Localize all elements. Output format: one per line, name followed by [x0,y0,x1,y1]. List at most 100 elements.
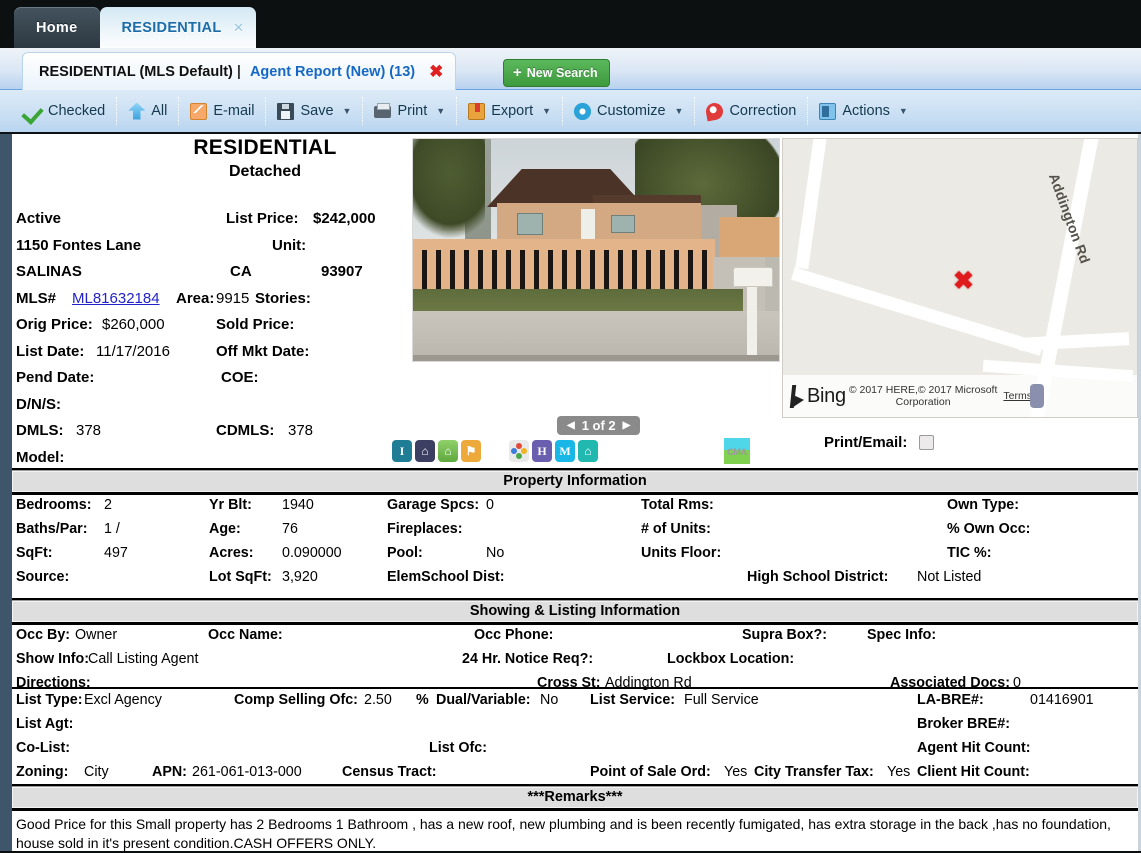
map-terms-link[interactable]: Terms [1003,390,1032,402]
house-navy-icon[interactable]: ⌂ [415,440,435,462]
browser-tab-home[interactable]: Home [14,7,100,48]
field-list-offmkt-date: List Date: 11/17/2016 Off Mkt Date: [16,339,402,366]
map-scrollbar-thumb[interactable] [1029,384,1044,408]
apn-label: APN: [152,764,187,780]
search-tab-report-link[interactable]: Agent Report (New) (13) [250,64,415,80]
map-attribution-text: © 2017 HERE,© 2017 Microsoft Corporation [849,384,998,408]
high-school-label: High School District: [747,569,889,585]
field-status-price: Active List Price: $242,000 [16,206,402,233]
fireplaces-label: Fireplaces: [387,521,463,537]
pool-value: No [486,545,505,561]
bing-label: Bing [807,384,846,407]
photo-pager[interactable]: ◀ 1 of 2 ▶ [557,416,641,435]
new-search-label: New Search [526,65,598,80]
toolbar-label-email: E-mail [213,103,255,119]
toolbar-label-export: Export [491,103,534,119]
search-result-tab[interactable]: RESIDENTIAL (MLS Default) | Agent Report… [22,52,457,90]
street-address: 1150 Fontes Lane [16,236,142,254]
report-title-block: RESIDENTIAL Detached [130,136,400,181]
age-value: 76 [282,521,298,537]
property-information-section: Property Information Bedrooms: 2 Yr Blt:… [12,468,1138,593]
toolbar-button-correction[interactable]: Correction [695,97,809,125]
green-check-icon [25,103,42,120]
next-photo-icon[interactable]: ▶ [623,420,631,431]
pool-label: Pool: [387,545,423,561]
info-icon[interactable]: I [392,440,412,462]
bedrooms-value: 2 [104,497,112,513]
toolbar-button-actions[interactable]: Actions ▼ [808,97,918,125]
units-floor-label: Units Floor: [641,545,722,561]
property-photo[interactable] [412,138,780,362]
toolbar-button-email[interactable]: E-mail [179,97,267,125]
dmls-label: DMLS: [16,422,64,439]
search-tab-separator: | [236,63,241,80]
flag-icon[interactable]: ⚑ [461,440,481,462]
table-row: Bedrooms: 2 Yr Blt: 1940 Garage Spcs: 0 … [12,497,1138,521]
browser-tab-bar: Home RESIDENTIAL × [0,0,1141,48]
listing-details-grid: List Type: Excl Agency Comp Selling Ofc:… [12,689,1138,788]
showing-information-heading: Showing & Listing Information [12,600,1138,623]
map-marker-icon: ✖ [953,267,974,295]
list-ofc-label: List Ofc: [429,740,487,756]
browser-tab-residential[interactable]: RESIDENTIAL × [99,7,256,48]
toolbar-button-print[interactable]: Print ▼ [363,97,458,125]
map-attribution-line2: Corporation [895,396,951,408]
baths-value: 1 / [104,521,120,537]
list-price-label: List Price: [226,210,299,227]
toolbar-button-export[interactable]: Export ▼ [457,97,564,125]
client-hit-count-label: Client Hit Count: [917,764,1030,780]
print-email-checkbox[interactable] [919,435,935,450]
mls-number-link[interactable]: ML81632184 [72,286,160,313]
sold-price-label: Sold Price: [216,316,295,333]
table-row: List Type: Excl Agency Comp Selling Ofc:… [12,692,1138,716]
browser-tabs: Home RESIDENTIAL × [14,7,256,48]
elem-school-label: ElemSchool Dist: [387,569,505,585]
source-label: Source: [16,569,70,585]
table-row: Source: Lot SqFt: 3,920 ElemSchool Dist:… [12,569,1138,593]
prev-photo-icon[interactable]: ◀ [567,420,575,431]
house-teal-icon[interactable]: ⌂ [578,440,598,462]
total-rooms-label: Total Rms: [641,497,714,513]
listing-summary-fields: Active List Price: $242,000 1150 Fontes … [16,206,402,471]
showing-information-band: Showing & Listing Information [12,598,1138,625]
map-icon[interactable]: M [555,440,575,462]
orig-price-label: Orig Price: [16,316,93,333]
toolbar-button-checked[interactable]: Checked [14,97,118,125]
agent-hit-count-label: Agent Hit Count: [917,740,1031,756]
close-icon[interactable]: ✖ [429,62,443,82]
toolbar-button-all[interactable]: All [117,97,180,125]
la-bre-label: LA-BRE#: [917,692,984,708]
history-icon[interactable]: H [532,440,552,462]
close-icon[interactable]: × [233,18,243,38]
toolbar-button-customize[interactable]: Customize ▼ [563,97,696,125]
show-info-label: Show Info: [16,651,90,667]
photo-window-left [517,213,543,235]
lockbox-location-label: Lockbox Location: [667,651,795,667]
point-of-sale-label: Point of Sale Ord: [590,764,711,780]
field-mls-area-stories: MLS# ML81632184 Area: 9915 Stories: [16,286,402,313]
photo-mailbox-post [747,285,757,355]
photo-side-fence [719,217,779,257]
house-green-icon[interactable]: ⌂ [438,440,458,462]
field-address-unit: 1150 Fontes Lane Unit: [16,233,402,260]
dns-label: D/N/S: [16,395,61,413]
spec-info-label: Spec Info: [867,627,937,643]
table-row: Co-List: List Ofc: Agent Hit Count: [12,740,1138,764]
remarks-heading: ***Remarks*** [12,786,1138,809]
page-subtitle: Detached [228,163,302,180]
point-of-sale-value: Yes [724,764,748,780]
browser-tab-residential-label: RESIDENTIAL [121,19,222,36]
garage-spaces-value: 0 [486,497,494,513]
color-dots-icon[interactable] [509,440,529,462]
plus-icon: + [513,64,522,81]
cma-icon[interactable]: CMA [724,438,750,464]
location-map[interactable]: Addington Rd ✖ Bing © 2017 HERE,© 2017 M… [782,138,1138,418]
new-search-button[interactable]: + New Search [503,59,610,87]
toolbar-label-print: Print [397,103,428,119]
percent-own-occ-label: % Own Occ: [947,521,1031,537]
toolbar-button-save[interactable]: Save ▼ [266,97,364,125]
page-title: RESIDENTIAL [193,136,337,159]
listing-details-section: List Type: Excl Agency Comp Selling Ofc:… [12,686,1138,788]
chevron-down-icon: ▼ [674,106,684,116]
correction-icon [705,101,725,121]
